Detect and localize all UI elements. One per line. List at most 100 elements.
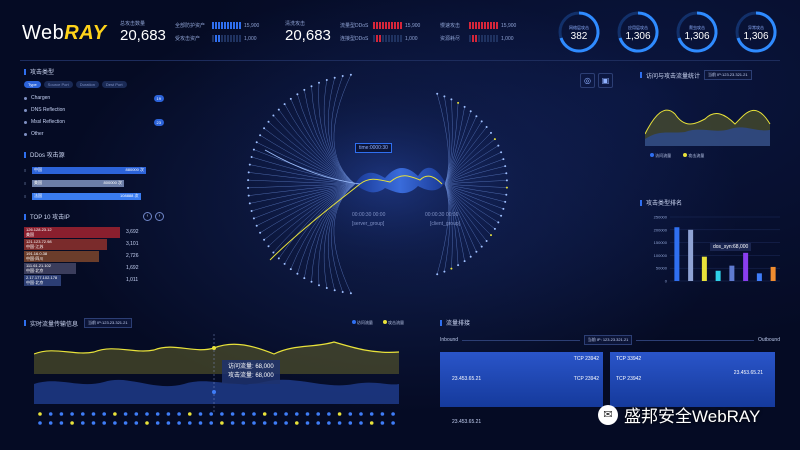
traffic-dot (102, 421, 106, 425)
traffic-dot (262, 421, 267, 425)
traffic-dot (155, 412, 160, 416)
node-dot (457, 264, 460, 267)
realtime-legend: 访问流量 攻击流量 (351, 320, 404, 326)
node-dot (310, 85, 313, 88)
top10-row[interactable]: 126.128.23.12 美国 3,692 (24, 226, 164, 238)
rank-tooltip: dos_syn:68,000 (710, 243, 752, 251)
node-dot (296, 93, 299, 96)
traffic-host-tag: 当前 IP: 123.23.321.21 (583, 335, 633, 345)
tab-type[interactable]: Type (24, 81, 41, 88)
traffic-dot (198, 412, 203, 416)
node-dot (341, 291, 344, 293)
realtime-panel: 实时流量传输信息 当前 IP:123.23.321.21 访问流量 攻击流量 访… (24, 318, 404, 434)
realtime-title: 实时流量传输信息 (24, 319, 78, 328)
traffic-dot (295, 412, 299, 416)
traffic-dot (81, 421, 85, 425)
ddos-source-row[interactable]: ≡ 中国 880000 次 (24, 165, 164, 175)
node-dot (450, 267, 453, 270)
attack-type-item[interactable]: DNS Reflection (24, 104, 164, 116)
node-dot (450, 98, 453, 101)
bottom-ip: 23.453.65.21 (452, 419, 482, 425)
host-ip-tag: 当前 IP:123.23.321.21 (704, 70, 752, 80)
bullet-icon (24, 132, 27, 136)
tab-dest-port[interactable]: Dest Port (101, 81, 127, 88)
attack-type-item[interactable]: Other (24, 128, 164, 140)
traffic-title: 流量排接 (440, 318, 780, 327)
ddos-source-title: DDos 攻击源 (24, 150, 164, 159)
tab-source-port[interactable]: Source Port (43, 81, 73, 88)
prev-icon[interactable]: ‹ (143, 212, 152, 221)
node-dot (500, 151, 503, 154)
ip-count: 2,726 (125, 253, 139, 259)
traffic-dot (252, 421, 256, 425)
node-dot (255, 224, 258, 227)
traffic-dot (81, 412, 85, 416)
node-dot (325, 79, 328, 81)
realtime-chart (33, 334, 400, 425)
traffic-dot (113, 412, 117, 416)
node-dot (303, 88, 306, 91)
ddos-type-stats: 流量型DDoS 15,900 连接型DDoS 1,000 (340, 22, 421, 42)
top10-row[interactable]: 121.123.72.98 中国·江苏 3,101 (24, 238, 164, 250)
attack-type-item[interactable]: Mssl Reflection 23 (24, 116, 164, 128)
chart-icon[interactable]: ▣ (598, 73, 613, 88)
traffic-dot (305, 421, 310, 425)
top10-row[interactable]: 191.16.0.38 中国·四川 2,726 (24, 250, 164, 262)
list-icon: ≡ (24, 167, 27, 173)
node-dot (443, 95, 446, 98)
traffic-dot (348, 412, 353, 416)
globe-icon[interactable]: ◎ (580, 73, 595, 88)
ddos-source-panel: DDos 攻击源 ≡ 中国 880000 次 ≡ 美国 800000 次 ≡ 法国 108888… (24, 150, 164, 204)
attack-type-panel: 攻击类型 Type Source Port Duration Dest Port… (24, 67, 164, 140)
ddos-source-row[interactable]: ≡ 法国 108888 次 (24, 191, 164, 201)
traffic-panel: 流量排接 Inbound 当前 IP: 123.23.321.21 Outbou… (440, 318, 780, 425)
node-dot (502, 207, 505, 210)
node-dot (504, 165, 507, 168)
bullet-icon (24, 96, 27, 100)
top10-row[interactable]: 2.17.177.102.178 中国·北京 1,011 (24, 274, 164, 286)
watermark: ✉ 盛邦安全WebRAY (598, 402, 760, 427)
node-dot (296, 272, 299, 275)
node-dot (318, 81, 320, 84)
tab-duration[interactable]: Duration (75, 81, 99, 88)
node-dot (333, 289, 336, 292)
node-dot (303, 277, 306, 280)
list-icon: ≡ (24, 193, 27, 199)
traffic-dot (113, 421, 117, 425)
attack-type-item[interactable]: Chargen 19 (24, 92, 164, 104)
traffic-dot (70, 412, 74, 416)
attack-type-title: 攻击类型 (24, 67, 164, 76)
traffic-dot (155, 421, 160, 425)
rank-bar (729, 265, 735, 281)
ip-count: 3,101 (125, 241, 139, 247)
node-dot (457, 101, 460, 104)
total-attacks-stat: 总攻击数量 20,683 (120, 21, 166, 44)
ip-bar: 126.128.23.12 美国 (24, 226, 120, 238)
visit-stats-title: 访问与攻击流量统计 (640, 71, 700, 80)
rank-bar (756, 273, 762, 281)
gauge-crawler: 爬虫攻击 1,306 (684, 25, 710, 42)
realtime-host-tag: 当前 IP:123.23.321.21 (84, 318, 132, 328)
attack-rank-panel: 攻击类型排名 250000 200000 150000 100000 50000 0 do… (640, 198, 790, 304)
attack-kind-stats: 慢速攻击 15,900 资源耗尽 1,000 (440, 22, 517, 42)
node-dot (267, 120, 270, 123)
traffic-dot (230, 421, 235, 425)
traffic-dot (284, 421, 288, 425)
rank-bar (770, 266, 776, 281)
traffic-dot (316, 421, 321, 425)
outbound-block: TCP 33942 TCP 23942 23.453.65.21 (610, 352, 775, 407)
ip-count: 1,011 (125, 277, 139, 283)
next-icon[interactable]: › (155, 212, 164, 221)
node-dot (248, 202, 251, 205)
top10-row[interactable]: 111.61.21.102 中国·北京 1,692 (24, 262, 164, 274)
traffic-dot (316, 412, 321, 416)
ddos-source-row[interactable]: ≡ 美国 800000 次 (24, 178, 164, 188)
traffic-dot (70, 421, 74, 425)
node-dot (505, 193, 508, 196)
traffic-dot (220, 421, 224, 425)
gauge-abnormal: 异常攻击 1,306 (743, 25, 769, 42)
traffic-dot (38, 412, 42, 416)
node-dot (505, 179, 508, 182)
y-tick-label: 200000 (654, 227, 668, 232)
ip-count: 1,692 (125, 265, 139, 271)
